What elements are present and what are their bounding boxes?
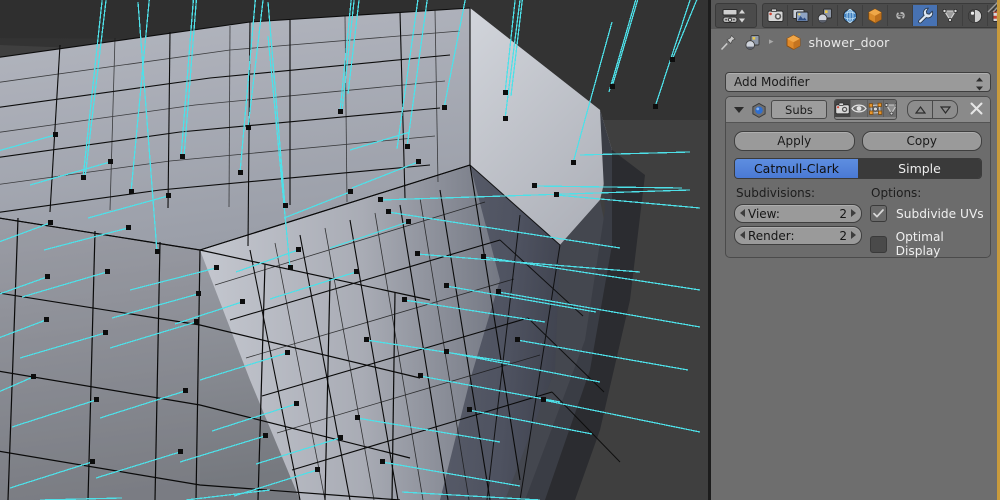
pin-icon[interactable] <box>720 34 737 51</box>
modifier-name-field[interactable]: Subs <box>771 100 827 119</box>
toggle-editmode-icon[interactable] <box>868 100 884 117</box>
optimal-display-row[interactable]: Optimal Display <box>870 230 990 258</box>
editor-type-selector[interactable] <box>715 3 757 28</box>
subdivide-uvs-row[interactable]: Subdivide UVs <box>870 205 984 222</box>
properties-tab-constraints[interactable] <box>888 5 913 26</box>
copy-button[interactable]: Copy <box>861 131 982 151</box>
toggle-oncage-icon[interactable] <box>884 100 896 117</box>
options-header: Options: <box>871 186 922 200</box>
chain-icon <box>892 9 909 22</box>
add-modifier-dropdown[interactable]: Add Modifier <box>725 72 991 92</box>
move-down-button[interactable] <box>932 100 958 119</box>
decrement-arrow-icon[interactable] <box>740 231 745 239</box>
move-up-button[interactable] <box>907 100 932 119</box>
triangle-mesh-icon <box>942 8 958 23</box>
photos-icon <box>792 8 809 23</box>
toggle-viewport-eye-icon[interactable] <box>851 100 868 117</box>
properties-tab-world_globe[interactable] <box>838 5 863 26</box>
blender-window: ▸ shower_door Add Modifier Subs Apply Co… <box>0 0 1000 500</box>
cube-icon <box>867 7 883 24</box>
subdivision-type-simple[interactable]: Simple <box>858 159 981 178</box>
properties-tab-modifiers[interactable] <box>913 5 938 26</box>
breadcrumb: ▸ shower_door <box>711 29 1000 55</box>
properties-tab-strip[interactable] <box>762 3 1000 28</box>
increment-arrow-icon[interactable] <box>851 231 856 239</box>
modifier-header: Subs <box>726 97 990 123</box>
subdivision-type-toggle: Catmull-Clark Simple <box>734 158 982 179</box>
editor-type-icon <box>716 5 754 26</box>
breadcrumb-object-name: shower_door <box>808 34 890 50</box>
subdivisions-header: Subdivisions: <box>736 186 816 200</box>
view-subdivisions-field[interactable]: View: 2 <box>734 204 862 223</box>
optimal-display-label: Optimal Display <box>895 230 944 258</box>
apply-copy-row: Apply Copy <box>734 131 982 151</box>
add-modifier-label: Add Modifier <box>734 75 810 89</box>
globe-icon <box>842 8 858 24</box>
wrench-icon <box>917 7 934 24</box>
viewport-render <box>0 0 708 500</box>
subdivide-uvs-checkbox[interactable] <box>870 205 887 222</box>
increment-arrow-icon[interactable] <box>851 209 856 217</box>
3d-viewport[interactable] <box>0 0 708 500</box>
subdivide-uvs-label: Subdivide UVs <box>896 206 984 221</box>
breadcrumb-separator: ▸ <box>769 37 774 47</box>
subsurf-icon <box>751 102 767 118</box>
properties-tab-object[interactable] <box>863 5 888 26</box>
world-icon <box>817 8 834 24</box>
modifier-move-buttons <box>907 100 958 119</box>
camera-icon <box>767 8 784 23</box>
subdivision-type-catmull-clark[interactable]: Catmull-Clark <box>735 159 858 178</box>
area-resize-grip[interactable] <box>982 0 1000 18</box>
subsurf-modifier-panel: Subs Apply Copy Catmull-Clark Simple Sub… <box>725 96 991 258</box>
properties-header <box>711 0 1000 29</box>
properties-editor: ▸ shower_door Add Modifier Subs Apply Co… <box>708 0 1000 500</box>
apply-button[interactable]: Apply <box>734 131 855 151</box>
chevron-updown-icon <box>975 76 984 91</box>
render-subdivisions-field[interactable]: Render: 2 <box>734 226 862 245</box>
properties-tab-world[interactable] <box>813 5 838 26</box>
modifier-display-toggles <box>834 99 897 120</box>
object-data-icon[interactable] <box>744 34 762 51</box>
toggle-render-icon[interactable] <box>835 100 851 117</box>
sphere-icon <box>967 8 983 24</box>
properties-tab-scene[interactable] <box>788 5 813 26</box>
optimal-display-checkbox[interactable] <box>870 235 887 253</box>
close-icon[interactable] <box>969 101 984 119</box>
decrement-arrow-icon[interactable] <box>740 209 745 217</box>
chevron-down-icon[interactable] <box>734 106 744 113</box>
properties-tab-data[interactable] <box>938 5 963 26</box>
properties-tab-render[interactable] <box>763 5 788 26</box>
cube-icon <box>785 34 802 51</box>
